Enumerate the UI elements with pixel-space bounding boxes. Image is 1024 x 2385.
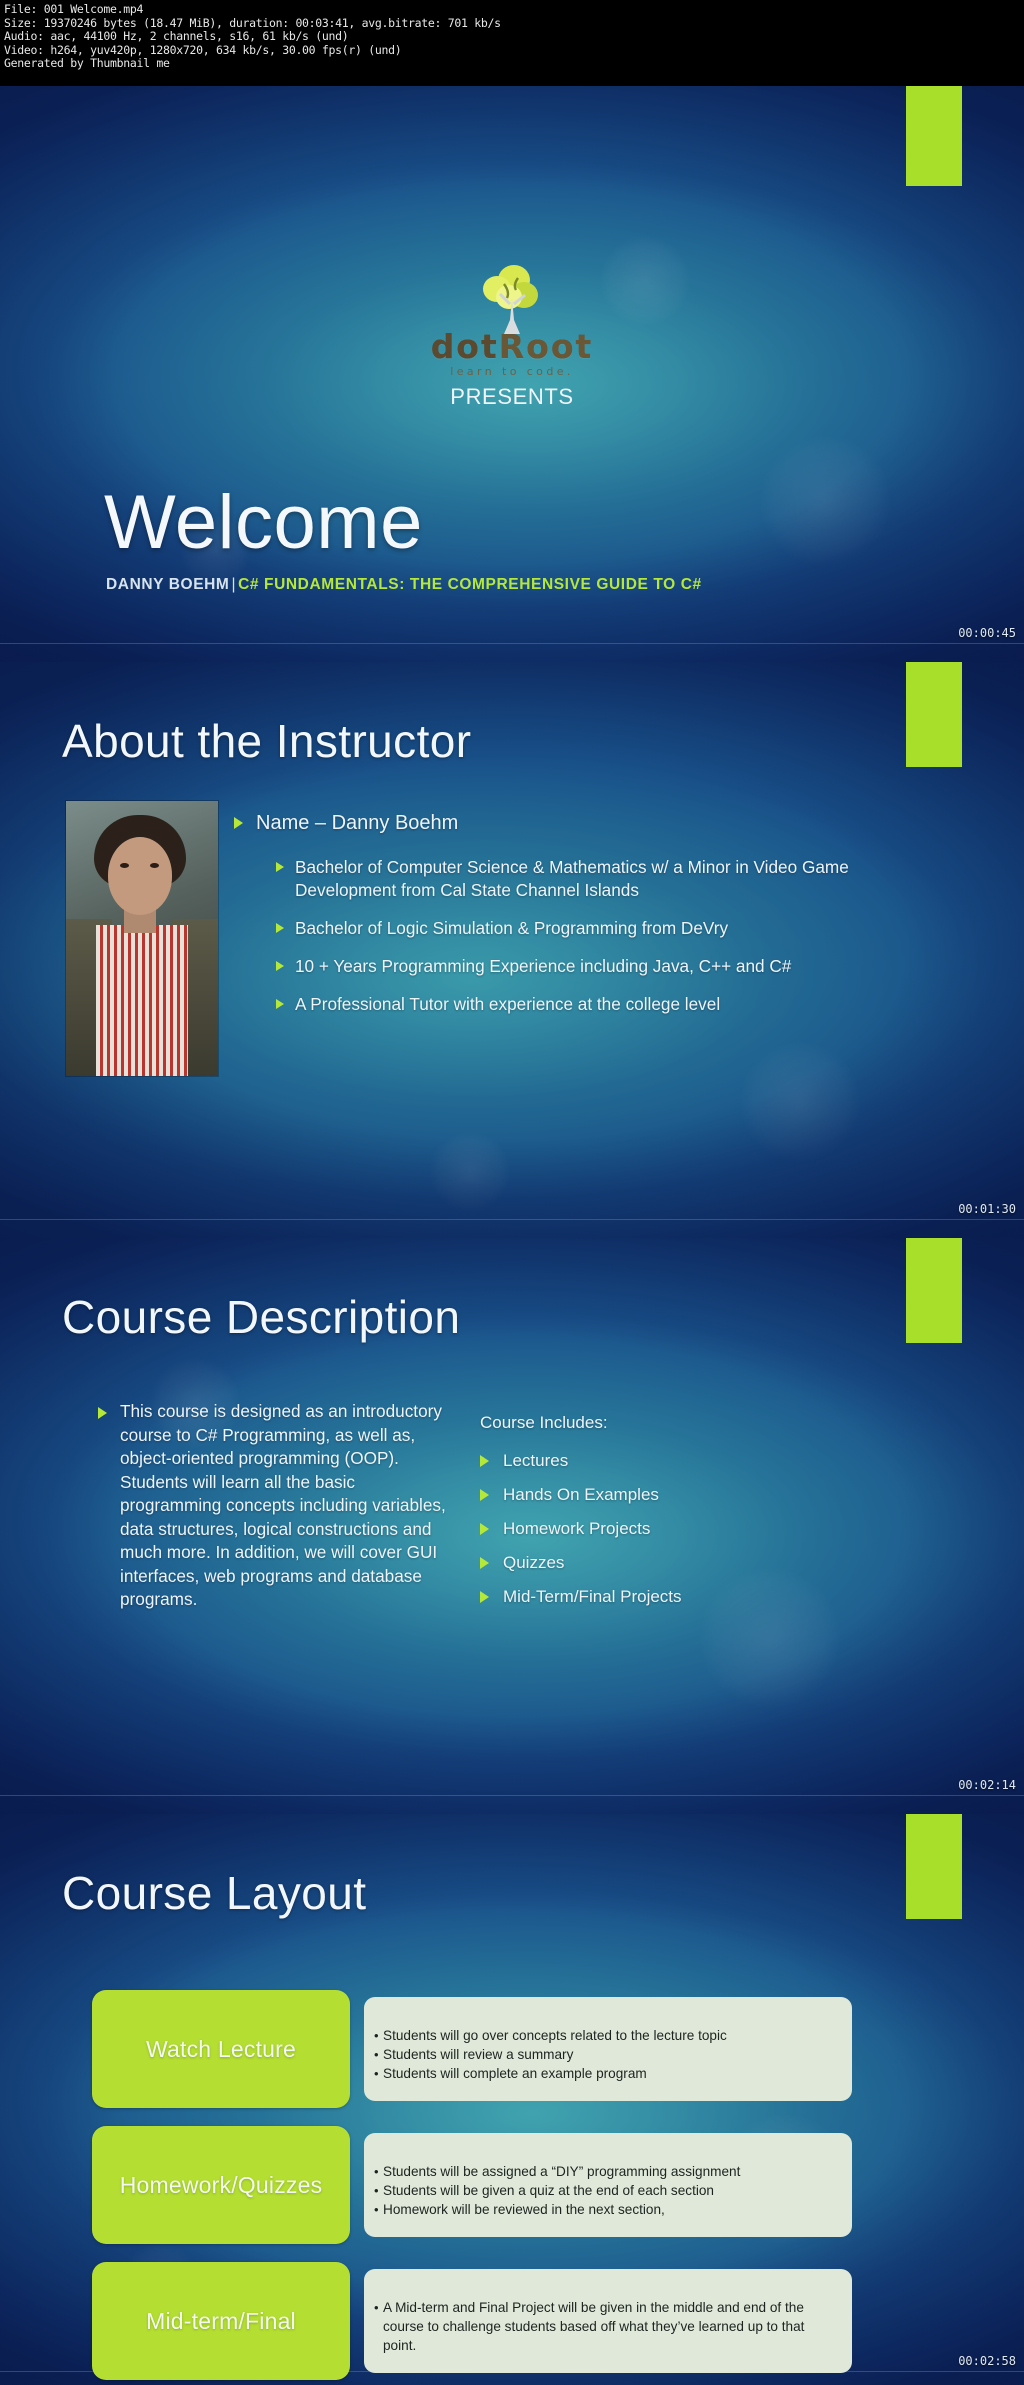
list-item: Students will go over concepts related t… [374, 2026, 840, 2045]
list-item: Students will review a summary [374, 2045, 840, 2064]
list-item: Students will complete an example progra… [374, 2064, 840, 2083]
layout-row-label: Mid-term/Final [146, 2307, 296, 2334]
list-item-label: Mid-Term/Final Projects [503, 1587, 682, 1606]
page-title: Course Description [62, 1291, 461, 1343]
list-item: Homework Projects [480, 1518, 800, 1540]
list-item-label: Bachelor of Computer Science & Mathemati… [295, 857, 849, 900]
list-item-label: Hands On Examples [503, 1485, 659, 1504]
byline: DANNY BOEHM | C# FUNDAMENTALS: THE COMPREH… [106, 576, 702, 594]
tree-icon [483, 265, 538, 334]
portrait-eye-right [150, 863, 159, 868]
layout-row: Watch Lecture Students will go over conc… [92, 1990, 852, 2108]
timestamp-badge: 00:01:30 [958, 1202, 1016, 1216]
accent-block [906, 662, 962, 767]
layout-row-label-box: Homework/Quizzes [92, 2126, 350, 2244]
list-item: 10 + Years Programming Experience includ… [276, 955, 934, 978]
layout-row-detail-box: Students will go over concepts related t… [364, 1997, 852, 2101]
brand-word-dot: dot [430, 327, 499, 366]
page-title: Welcome [104, 480, 423, 565]
list-item-label: Name – Danny Boehm [256, 812, 459, 834]
footer-rule [0, 1795, 1024, 1796]
video-metadata-header: File: 001 Welcome.mp4 Size: 19370246 byt… [0, 0, 1024, 86]
triangle-bullet-icon [276, 862, 284, 872]
list-item: Bachelor of Logic Simulation & Programmi… [276, 917, 934, 940]
brand-wordmark: dotRoot [0, 330, 1024, 364]
list-item: Bachelor of Computer Science & Mathemati… [276, 856, 934, 902]
brand-logo: dotRoot learn to code. PRESENTS [0, 264, 1024, 410]
footer-rule [0, 643, 1024, 644]
list-item: Lectures [480, 1450, 800, 1472]
list-item: Name – Danny Boehm [234, 810, 934, 836]
meta-line-file: File: 001 Welcome.mp4 [4, 2, 144, 16]
course-includes-heading: Course Includes: [480, 1413, 608, 1432]
byline-course: C# FUNDAMENTALS: THE COMPREHENSIVE GUIDE… [238, 576, 702, 593]
accent-block [906, 86, 962, 186]
list-item-label: Bachelor of Logic Simulation & Programmi… [295, 918, 729, 938]
list-item: Students will be assigned a “DIY” progra… [374, 2162, 840, 2181]
list-item: Mid-Term/Final Projects [480, 1586, 800, 1608]
page-title: About the Instructor [62, 715, 472, 767]
list-item: Hands On Examples [480, 1484, 800, 1506]
course-description-text: This course is designed as an introducto… [120, 1401, 446, 1609]
list-item-label: Quizzes [503, 1553, 565, 1572]
list-item: Quizzes [480, 1552, 800, 1574]
course-includes-column: Course Includes: Lectures Hands On Examp… [480, 1412, 800, 1620]
list-item: This course is designed as an introducto… [98, 1400, 450, 1612]
list-item: Homework will be reviewed in the next se… [374, 2200, 840, 2219]
list-item-label: A Professional Tutor with experience at … [295, 994, 721, 1014]
meta-line-size: Size: 19370246 bytes (18.47 MiB), durati… [4, 15, 501, 30]
meta-line-generator: Generated by Thumbnail me [4, 56, 170, 71]
footer-rule [0, 1219, 1024, 1220]
page-title: Course Layout [62, 1867, 367, 1919]
portrait-shirt [96, 925, 188, 1076]
accent-block [906, 1814, 962, 1919]
layout-row-detail-box: A Mid-term and Final Project will be giv… [364, 2269, 852, 2373]
triangle-bullet-icon [480, 1557, 489, 1569]
triangle-bullet-icon [276, 923, 284, 933]
avatar [66, 801, 218, 1076]
layout-row-label-box: Watch Lecture [92, 1990, 350, 2108]
triangle-bullet-icon [480, 1523, 489, 1535]
slide-welcome: dotRoot learn to code. PRESENTS Welcome … [0, 86, 1024, 662]
meta-line-audio: Audio: aac, 44100 Hz, 2 channels, s16, 6… [4, 29, 349, 44]
layout-row-detail-box: Students will be assigned a “DIY” progra… [364, 2133, 852, 2237]
triangle-bullet-icon [276, 999, 284, 1009]
presents-label: PRESENTS [450, 384, 574, 409]
triangle-bullet-icon [276, 961, 284, 971]
layout-row: Mid-term/Final A Mid-term and Final Proj… [92, 2262, 852, 2380]
layout-row-label: Homework/Quizzes [119, 2171, 323, 2198]
brand-word-root: Root [498, 327, 594, 366]
triangle-bullet-icon [98, 1407, 107, 1419]
course-description-column: This course is designed as an introducto… [98, 1400, 450, 1612]
timestamp-badge: 00:02:14 [958, 1778, 1016, 1792]
meta-line-video: Video: h264, yuv420p, 1280x720, 634 kb/s… [4, 42, 402, 57]
byline-separator: | [231, 576, 237, 593]
list-item: A Professional Tutor with experience at … [276, 993, 934, 1016]
list-item-label: Lectures [503, 1451, 569, 1470]
layout-row-label-box: Mid-term/Final [92, 2262, 350, 2380]
list-item: A Mid-term and Final Project will be giv… [374, 2298, 840, 2355]
instructor-bullet-list: Name – Danny Boehm Bachelor of Computer … [234, 810, 934, 1016]
layout-row-label: Watch Lecture [145, 2035, 297, 2062]
timestamp-badge: 00:02:58 [958, 2354, 1016, 2368]
portrait-face [108, 837, 172, 915]
triangle-bullet-icon [480, 1489, 489, 1501]
triangle-bullet-icon [234, 817, 243, 829]
thumbnail-sheet: File: 001 Welcome.mp4 Size: 19370246 byt… [0, 0, 1024, 2385]
byline-author: DANNY BOEHM [106, 576, 230, 593]
accent-block [906, 1238, 962, 1343]
course-layout-rows: Watch Lecture Students will go over conc… [92, 1990, 852, 2380]
list-item-label: Homework Projects [503, 1519, 651, 1538]
list-item-label: 10 + Years Programming Experience includ… [295, 956, 792, 976]
list-item: Students will be given a quiz at the end… [374, 2181, 840, 2200]
portrait-eye-left [120, 863, 129, 868]
timestamp-badge: 00:00:45 [958, 626, 1016, 640]
triangle-bullet-icon [480, 1591, 489, 1603]
brand-tagline: learn to code. [450, 365, 574, 378]
layout-row: Homework/Quizzes Students will be assign… [92, 2126, 852, 2244]
triangle-bullet-icon [480, 1455, 489, 1467]
